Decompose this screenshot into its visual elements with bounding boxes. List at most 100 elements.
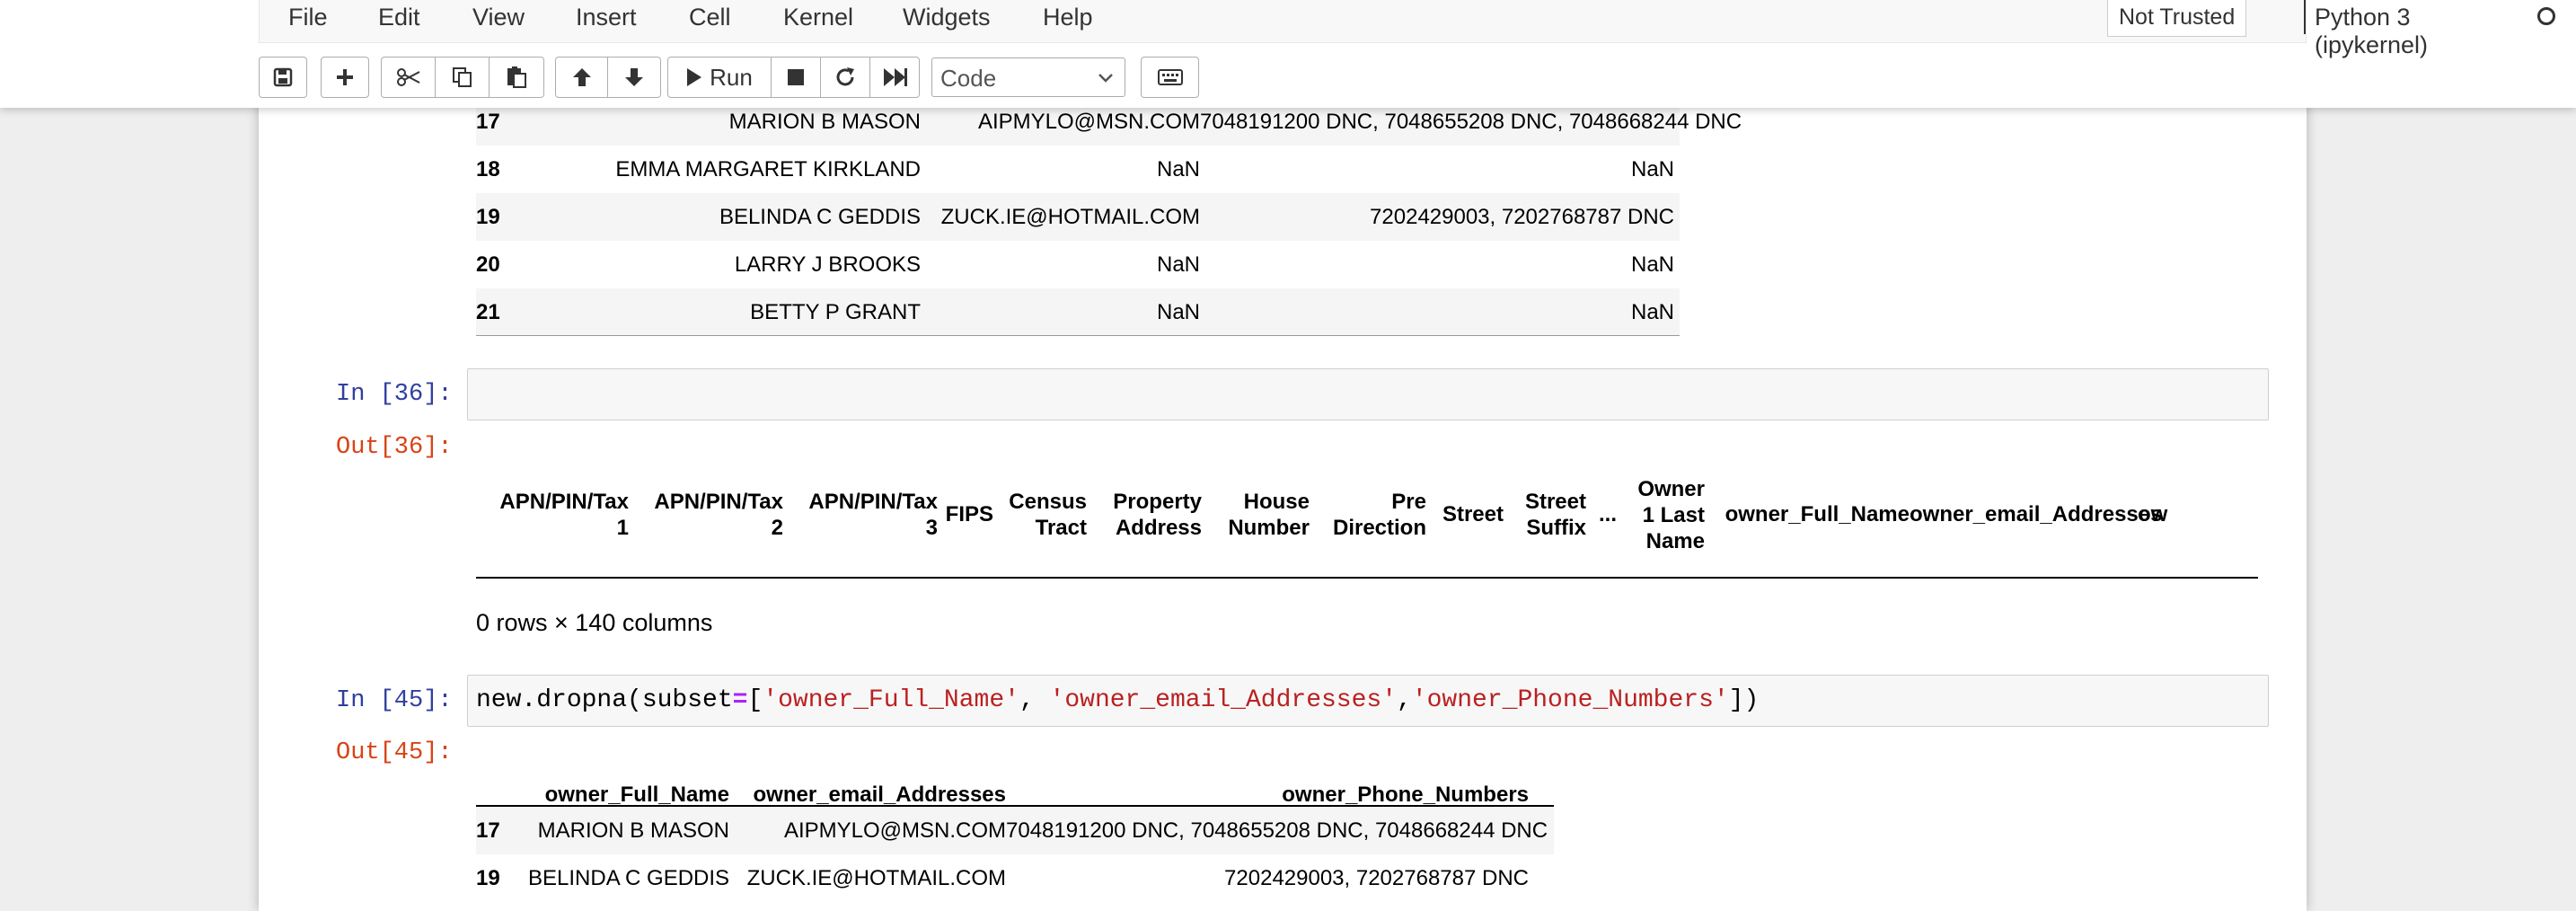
col-header: ...: [1586, 501, 1617, 527]
col-header: Census Tract: [993, 489, 1087, 541]
cut-button[interactable]: [382, 57, 436, 97]
col-header-line: Name: [1645, 529, 1705, 553]
col-header-line: 2: [771, 516, 783, 540]
save-group: [259, 57, 307, 98]
col-header-line: Street: [1524, 490, 1586, 514]
col-header: Street Suffix: [1504, 489, 1586, 541]
menu-cell[interactable]: Cell: [689, 4, 731, 31]
notebook-header: File Edit View Insert Cell Kernel Widget…: [0, 0, 2576, 108]
col-header-line: Number: [1228, 516, 1310, 540]
col-header-full-name: owner_Full_Name: [544, 783, 729, 807]
menu-file[interactable]: File: [288, 4, 328, 31]
col-header: Pre Direction: [1310, 489, 1426, 541]
col-header: Property Address: [1087, 489, 1202, 541]
restart-icon: [836, 67, 854, 86]
in-prompt-45: In [45]:: [336, 687, 453, 714]
not-trusted-badge[interactable]: Not Trusted: [2107, 0, 2247, 37]
cut-icon: [396, 68, 419, 86]
run-label: Run: [710, 63, 753, 91]
run-icon: [687, 68, 702, 86]
col-header-phones: owner_Phone_Numbers: [1282, 783, 1529, 807]
code-cell-45-input[interactable]: new.dropna(subset=['owner_Full_Name', 'o…: [467, 675, 2269, 727]
col-header: ow: [2138, 501, 2174, 527]
insert-cell-button[interactable]: [322, 57, 368, 97]
cell-full-name: MARION B MASON: [537, 818, 729, 843]
table-row: 20 LARRY J BROOKS NaN NaN: [476, 241, 1680, 288]
cell-phones: 7202429003, 7202768787 DNC: [1224, 866, 1529, 890]
col-header-line: Census: [1009, 490, 1087, 514]
dataframe-36-header: APN/PIN/Tax 1 APN/PIN/Tax 2 APN/PIN/Tax 3 FIPS…: [474, 476, 2253, 557]
cell-email: AIPMYLO@MSN.COM: [783, 818, 1006, 843]
cell-type-select[interactable]: Code: [931, 57, 1125, 97]
code-cell-36-input[interactable]: [467, 368, 2269, 420]
kernel-name[interactable]: Python 3 (ipykernel): [2315, 4, 2428, 59]
menu-widgets[interactable]: Widgets: [903, 4, 991, 31]
cell-full-name: EMMA MARGARET KIRKLAND: [615, 157, 921, 181]
cell-email: NaN: [1156, 252, 1200, 277]
keyboard-group: [1141, 57, 1199, 98]
menu-insert[interactable]: Insert: [576, 4, 637, 31]
interrupt-button[interactable]: [772, 57, 821, 97]
menu-edit[interactable]: Edit: [378, 4, 420, 31]
row-index: 20: [476, 252, 500, 277]
table-row: 17 MARION B MASON AIPMYLO@MSN.COM 704819120…: [476, 807, 1554, 854]
restart-run-all-button[interactable]: [870, 57, 920, 97]
table-row: 18 EMMA MARGARET KIRKLAND NaN NaN: [476, 146, 1680, 193]
col-header-line: ow: [2138, 502, 2168, 526]
run-button[interactable]: Run: [668, 57, 772, 97]
col-header: owner_email_Addresses: [1910, 501, 2163, 527]
paste-icon: [507, 66, 526, 88]
cell-full-name: LARRY J BROOKS: [734, 252, 921, 277]
col-header-line: APN/PIN/Tax: [654, 490, 783, 514]
menu-kernel[interactable]: Kernel: [783, 4, 853, 31]
row-index: 17: [476, 818, 500, 843]
cell-full-name: BELINDA C GEDDIS: [528, 866, 730, 890]
col-header-line: ...: [1598, 502, 1617, 526]
move-up-button[interactable]: [556, 57, 608, 97]
restart-button[interactable]: [821, 57, 870, 97]
cell-email: ZUCK.IE@HOTMAIL.COM: [746, 866, 1006, 890]
stop-icon: [788, 69, 804, 85]
out-prompt-36: Out[36]:: [336, 434, 453, 461]
move-down-button[interactable]: [608, 57, 660, 97]
dataframe-45: owner_Full_Name owner_email_Addresses ow…: [476, 764, 1554, 911]
cell-phones: 7048191200 DNC, 7048655208 DNC, 70486682…: [1006, 818, 1548, 843]
col-header-line: House: [1243, 490, 1310, 514]
arrow-down-icon: [625, 68, 643, 86]
copy-button[interactable]: [436, 57, 490, 97]
fast-forward-icon: [883, 68, 907, 86]
row-index: 19: [476, 866, 500, 890]
col-header-line: APN/PIN/Tax: [499, 490, 629, 514]
edit-group: [381, 57, 544, 98]
col-header-line: Owner: [1637, 477, 1705, 501]
menu-help[interactable]: Help: [1043, 4, 1093, 31]
row-index: 21: [476, 300, 500, 324]
col-header: APN/PIN/Tax 2: [629, 489, 783, 541]
cell-full-name: BELINDA C GEDDIS: [719, 205, 921, 229]
table-row: 21 BETTY P GRANT NaN NaN: [476, 288, 1680, 336]
col-header-line: Suffix: [1526, 516, 1586, 540]
col-header-email: owner_email_Addresses: [753, 783, 1006, 807]
menubar: File Edit View Insert Cell Kernel Widget…: [259, 0, 2555, 58]
col-header: FIPS: [938, 501, 993, 527]
col-header-line: Address: [1115, 516, 1202, 540]
col-header-line: Tract: [1035, 516, 1087, 540]
cell-phones: NaN: [1630, 157, 1674, 181]
paste-button[interactable]: [490, 57, 543, 97]
notebook-container: 17 MARION B MASON AIPMYLO@MSN.COM 704819120…: [259, 0, 2307, 911]
menu-view[interactable]: View: [472, 4, 525, 31]
save-button[interactable]: [260, 57, 306, 97]
col-header-line: Property: [1113, 490, 1202, 514]
table-row: 19 BELINDA C GEDDIS ZUCK.IE@HOTMAIL.COM 720…: [476, 854, 1554, 902]
shape-text-36: 0 rows × 140 columns: [476, 609, 713, 636]
cell-email: NaN: [1156, 157, 1200, 181]
in-prompt-36: In [36]:: [336, 381, 453, 408]
command-palette-button[interactable]: [1142, 57, 1198, 97]
col-header-line: 1 Last: [1642, 503, 1705, 527]
code-line: new.dropna(subset=['owner_Full_Name', 'o…: [476, 686, 1760, 714]
col-header-line: owner_email_Addresses: [1910, 502, 2163, 526]
kernel-separator: [2304, 0, 2306, 34]
col-header: House Number: [1202, 489, 1310, 541]
col-header-line: APN/PIN/Tax: [808, 490, 938, 514]
col-header-line: owner_Full_Name: [1725, 502, 1910, 526]
